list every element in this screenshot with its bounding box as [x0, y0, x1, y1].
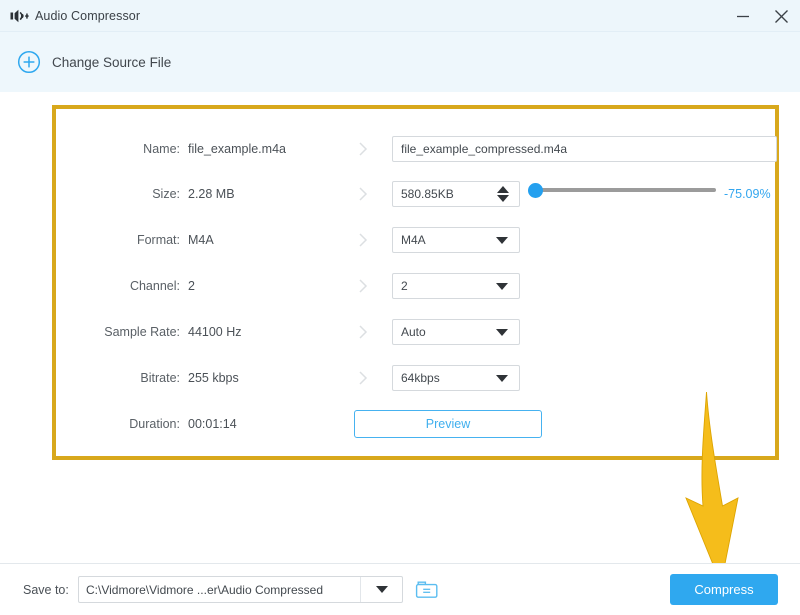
channel-select[interactable]: 2	[392, 273, 520, 299]
slider-thumb[interactable]	[528, 183, 543, 198]
change-source-file-label: Change Source File	[52, 55, 171, 70]
caret-down-icon[interactable]	[496, 283, 508, 290]
header-band: Change Source File	[0, 32, 800, 92]
label-duration: Duration:	[52, 417, 180, 431]
stepper-arrows[interactable]	[491, 182, 515, 206]
compression-percent-label: -75.09%	[724, 187, 771, 201]
value-duration-source: 00:01:14	[188, 417, 237, 431]
label-sample-rate: Sample Rate:	[52, 325, 180, 339]
preview-button[interactable]: Preview	[354, 410, 542, 438]
caret-down-icon[interactable]	[496, 375, 508, 382]
format-select-value: M4A	[393, 233, 496, 247]
bitrate-select[interactable]: 64kbps	[392, 365, 520, 391]
format-select[interactable]: M4A	[392, 227, 520, 253]
value-size-source: 2.28 MB	[188, 187, 235, 201]
slider-track[interactable]	[536, 188, 716, 192]
value-sample-rate-source: 44100 Hz	[188, 325, 242, 339]
output-filename-input[interactable]	[392, 136, 777, 162]
footer-bar: Save to: C:\Vidmore\Vidmore ...er\Audio …	[0, 563, 800, 615]
title-bar: Audio Compressor	[0, 0, 800, 32]
main-content: Name: file_example.m4a Size: 2.28 MB 580…	[0, 92, 800, 563]
row-channel: Channel: 2 2	[52, 269, 779, 303]
compression-slider[interactable]	[528, 177, 718, 203]
row-bitrate: Bitrate: 255 kbps 64kbps	[52, 361, 779, 395]
output-path-dropdown[interactable]	[360, 577, 402, 602]
folder-open-icon[interactable]	[414, 579, 440, 601]
chevron-right-icon	[355, 141, 371, 157]
chevron-right-icon	[355, 186, 371, 202]
row-sample-rate: Sample Rate: 44100 Hz Auto	[52, 315, 779, 349]
caret-down-icon[interactable]	[496, 237, 508, 244]
window-title: Audio Compressor	[35, 9, 140, 23]
caret-down-icon[interactable]	[496, 329, 508, 336]
label-name: Name:	[52, 142, 180, 156]
row-size: Size: 2.28 MB 580.85KB -75.09%	[52, 177, 779, 211]
channel-select-value: 2	[393, 279, 496, 293]
change-source-file-button[interactable]: Change Source File	[17, 50, 171, 74]
compress-button[interactable]: Compress	[670, 574, 778, 605]
target-size-stepper[interactable]: 580.85KB	[392, 181, 520, 207]
caret-up-icon[interactable]	[497, 186, 509, 193]
save-to-label: Save to:	[23, 583, 69, 597]
speaker-volume-icon	[9, 6, 29, 26]
value-channel-source: 2	[188, 279, 195, 293]
row-format: Format: M4A M4A	[52, 223, 779, 257]
row-name: Name: file_example.m4a	[52, 132, 779, 166]
output-path-value: C:\Vidmore\Vidmore ...er\Audio Compresse…	[79, 583, 360, 597]
value-name-source: file_example.m4a	[188, 142, 286, 156]
sample-rate-select[interactable]: Auto	[392, 319, 520, 345]
caret-down-icon[interactable]	[376, 586, 388, 593]
output-path-field[interactable]: C:\Vidmore\Vidmore ...er\Audio Compresse…	[78, 576, 403, 603]
compression-settings-form: Name: file_example.m4a Size: 2.28 MB 580…	[52, 105, 779, 460]
value-format-source: M4A	[188, 233, 214, 247]
chevron-right-icon	[355, 278, 371, 294]
caret-down-icon[interactable]	[497, 195, 509, 202]
window-controls	[734, 0, 790, 32]
value-bitrate-source: 255 kbps	[188, 371, 239, 385]
target-size-value: 580.85KB	[393, 187, 491, 201]
chevron-right-icon	[355, 232, 371, 248]
chevron-right-icon	[355, 324, 371, 340]
sample-rate-select-value: Auto	[393, 325, 496, 339]
row-duration: Duration: 00:01:14 Preview	[52, 407, 779, 441]
minimize-button[interactable]	[734, 7, 752, 25]
close-icon[interactable]	[772, 7, 790, 25]
bitrate-select-value: 64kbps	[393, 371, 496, 385]
label-bitrate: Bitrate:	[52, 371, 180, 385]
label-format: Format:	[52, 233, 180, 247]
plus-circle-icon	[17, 50, 41, 74]
label-channel: Channel:	[52, 279, 180, 293]
label-size: Size:	[52, 187, 180, 201]
chevron-right-icon	[355, 370, 371, 386]
